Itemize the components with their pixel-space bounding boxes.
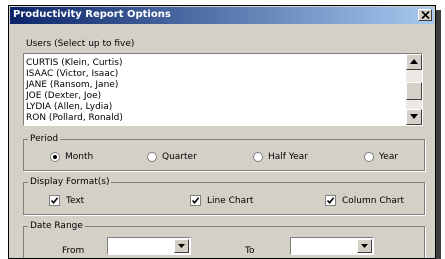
period-option-label: Quarter bbox=[162, 152, 197, 162]
list-item[interactable]: LYDIA (Allen, Lydia) bbox=[26, 102, 123, 113]
close-button[interactable] bbox=[418, 9, 432, 21]
arrow-down-icon bbox=[410, 114, 418, 119]
list-item[interactable]: JOE (Dexter, Joe) bbox=[26, 91, 123, 102]
window-title: Productivity Report Options bbox=[13, 9, 171, 20]
line-chart-checkbox[interactable] bbox=[190, 195, 201, 206]
period-option-year[interactable]: Year bbox=[364, 152, 398, 162]
checkmark-icon bbox=[326, 197, 335, 205]
productivity-report-options-dialog: Productivity Report Options Users (Selec… bbox=[8, 5, 436, 259]
list-item[interactable]: JANE (Ransom, Jane) bbox=[26, 80, 123, 91]
checkbox-label: Column Chart bbox=[342, 195, 405, 206]
period-option-half-year[interactable]: Half Year bbox=[253, 152, 308, 162]
display-format-legend: Display Format(s) bbox=[30, 177, 110, 187]
list-item[interactable]: CURTIS (Klein, Curtis) bbox=[26, 58, 123, 69]
period-radio-year[interactable] bbox=[364, 152, 374, 162]
text-checkbox[interactable] bbox=[49, 195, 60, 206]
period-legend: Period bbox=[30, 134, 59, 144]
checkbox-label: Text bbox=[66, 195, 85, 206]
close-icon bbox=[421, 11, 430, 19]
checkmark-icon bbox=[191, 197, 200, 205]
to-label: To bbox=[245, 246, 255, 256]
list-item[interactable]: RON (Pollard, Ronald) bbox=[26, 113, 123, 124]
date-range-legend: Date Range bbox=[30, 221, 83, 231]
checkmark-icon bbox=[50, 197, 59, 205]
chevron-down-icon bbox=[178, 244, 185, 248]
period-option-label: Year bbox=[379, 152, 399, 162]
from-date-dropdown[interactable] bbox=[107, 237, 191, 255]
display-format-column-chart[interactable]: Column Chart bbox=[325, 195, 404, 206]
period-radio-half-year[interactable] bbox=[253, 152, 263, 162]
period-option-month[interactable]: Month bbox=[50, 152, 93, 162]
scroll-down-button[interactable] bbox=[406, 109, 422, 125]
period-radio-quarter[interactable] bbox=[147, 152, 157, 162]
display-format-text[interactable]: Text bbox=[49, 195, 84, 206]
list-item[interactable]: ISAAC (Victor, Isaac) bbox=[26, 69, 123, 80]
to-dropdown-button[interactable] bbox=[357, 239, 372, 253]
title-bar[interactable]: Productivity Report Options bbox=[10, 7, 434, 24]
period-radio-month[interactable] bbox=[50, 152, 60, 162]
users-label: Users (Select up to five) bbox=[26, 39, 135, 49]
period-option-quarter[interactable]: Quarter bbox=[147, 152, 197, 162]
scroll-up-button[interactable] bbox=[406, 54, 422, 70]
column-chart-checkbox[interactable] bbox=[325, 195, 336, 206]
users-scrollbar[interactable] bbox=[406, 54, 422, 125]
from-label: From bbox=[62, 246, 85, 256]
scroll-thumb[interactable] bbox=[406, 82, 422, 100]
period-option-label: Half Year bbox=[268, 152, 308, 162]
users-listbox[interactable]: CURTIS (Klein, Curtis) ISAAC (Victor, Is… bbox=[23, 53, 423, 126]
chevron-down-icon bbox=[361, 244, 368, 248]
period-option-label: Month bbox=[65, 152, 94, 162]
from-dropdown-button[interactable] bbox=[174, 239, 189, 253]
display-format-line-chart[interactable]: Line Chart bbox=[190, 195, 253, 206]
to-date-dropdown[interactable] bbox=[290, 237, 374, 255]
checkbox-label: Line Chart bbox=[207, 195, 254, 206]
arrow-up-icon bbox=[410, 59, 418, 64]
